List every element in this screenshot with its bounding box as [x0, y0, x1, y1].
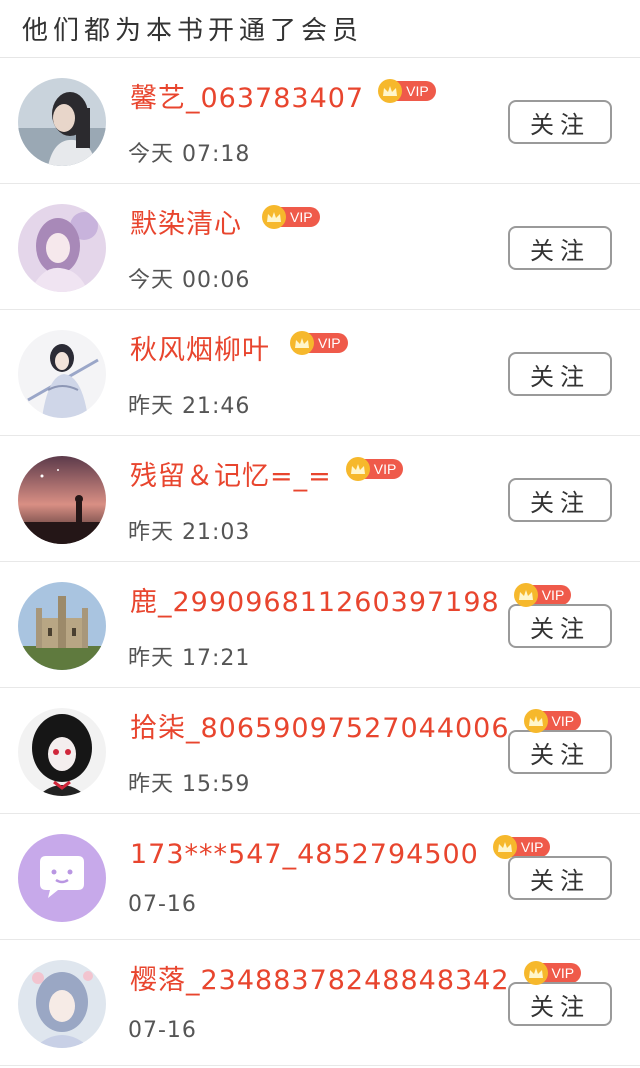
- crown-icon: [290, 331, 314, 355]
- list-item[interactable]: 鹿_299096811260397198 VIP 昨天 17:21 关注: [0, 562, 640, 688]
- follow-button[interactable]: 关注: [508, 730, 612, 774]
- follow-button[interactable]: 关注: [508, 226, 612, 270]
- follow-button[interactable]: 关注: [508, 856, 612, 900]
- crown-icon: [345, 457, 370, 481]
- join-time: 07-16: [128, 1018, 197, 1043]
- follow-button[interactable]: 关注: [508, 604, 612, 648]
- chat-bubble-avatar[interactable]: [18, 834, 106, 922]
- member-name-group: 秋风烟柳叶 VIP: [130, 331, 348, 370]
- member-name[interactable]: 残留＆记忆=_=: [130, 458, 332, 496]
- list-item[interactable]: 馨艺_063783407 VIP 今天 07:18 关注: [0, 58, 640, 184]
- crown-icon: [523, 709, 548, 733]
- member-name[interactable]: 秋风烟柳叶: [130, 332, 270, 370]
- vip-badge: VIP: [513, 583, 572, 607]
- follow-button[interactable]: 关注: [508, 982, 612, 1026]
- crown-icon: [513, 583, 538, 607]
- list-item[interactable]: 拾柒_80659097527044006 VIP 昨天 15:59 关注: [0, 688, 640, 814]
- vip-badge: VIP: [523, 709, 582, 733]
- vip-badge: VIP: [523, 961, 582, 985]
- member-name[interactable]: 樱落_23488378248848342: [130, 962, 510, 1000]
- vip-badge: VIP: [492, 835, 551, 859]
- anime-swordsman-avatar[interactable]: [18, 330, 106, 418]
- join-time: 昨天 21:03: [128, 520, 251, 545]
- join-time: 昨天 15:59: [128, 772, 251, 797]
- vip-badge: VIP: [290, 331, 348, 355]
- section-header: 他们都为本书开通了会员: [0, 0, 640, 58]
- member-name-group: 鹿_299096811260397198 VIP: [130, 583, 572, 622]
- join-time: 昨天 17:21: [128, 646, 251, 671]
- list-item[interactable]: 173***547_4852794500 VIP 07-16 关注: [0, 814, 640, 940]
- crown-icon: [378, 79, 403, 103]
- vip-badge: VIP: [345, 457, 404, 481]
- follow-button[interactable]: 关注: [508, 478, 612, 522]
- member-name[interactable]: 默染清心: [130, 206, 242, 244]
- join-time: 昨天 21:46: [128, 394, 251, 419]
- member-name-group: 馨艺_063783407 VIP: [130, 79, 436, 118]
- join-time: 今天 07:18: [128, 142, 251, 167]
- list-item[interactable]: 樱落_23488378248848342 VIP 07-16 关注: [0, 940, 640, 1066]
- member-name[interactable]: 173***547_4852794500: [130, 836, 479, 874]
- list-item[interactable]: 默染清心 VIP 今天 00:06 关注: [0, 184, 640, 310]
- follow-button[interactable]: 关注: [508, 352, 612, 396]
- member-name[interactable]: 馨艺_063783407: [130, 80, 364, 118]
- header-title: 他们都为本书开通了会员: [22, 16, 364, 46]
- crown-icon: [262, 205, 286, 229]
- vip-badge: VIP: [378, 79, 436, 103]
- member-name-group: 残留＆记忆=_= VIP: [130, 457, 404, 496]
- follow-button[interactable]: 关注: [508, 100, 612, 144]
- anime-dark-girl-avatar[interactable]: [18, 708, 106, 796]
- member-name-group: 默染清心 VIP: [130, 205, 320, 244]
- member-name-group: 173***547_4852794500 VIP: [130, 835, 551, 874]
- crown-icon: [492, 835, 517, 859]
- crown-icon: [523, 961, 548, 985]
- vip-badge: VIP: [262, 205, 320, 229]
- girl-portrait-avatar[interactable]: [18, 78, 106, 166]
- member-name[interactable]: 拾柒_80659097527044006: [130, 710, 510, 748]
- list-item[interactable]: 残留＆记忆=_= VIP 昨天 21:03 关注: [0, 436, 640, 562]
- member-list: 馨艺_063783407 VIP 今天 07:18 关注 默染清心 VIP 今天…: [0, 58, 640, 1066]
- join-time: 07-16: [128, 892, 197, 917]
- list-item[interactable]: 秋风烟柳叶 VIP 昨天 21:46 关注: [0, 310, 640, 436]
- sunset-silhouette-avatar[interactable]: [18, 456, 106, 544]
- castle-avatar[interactable]: [18, 582, 106, 670]
- anime-princess-avatar[interactable]: [18, 960, 106, 1048]
- anime-girl-avatar[interactable]: [18, 204, 106, 292]
- member-name[interactable]: 鹿_299096811260397198: [130, 584, 500, 622]
- join-time: 今天 00:06: [128, 268, 251, 293]
